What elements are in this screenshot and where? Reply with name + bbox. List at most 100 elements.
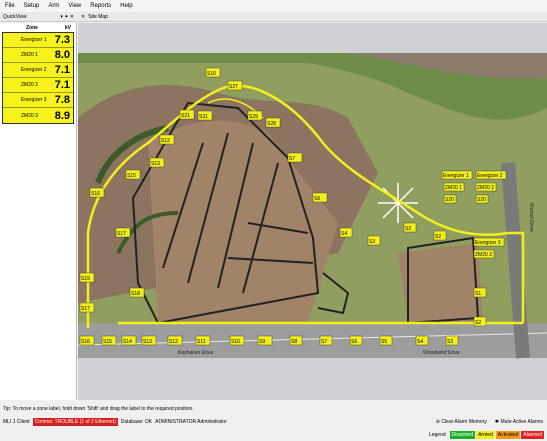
zone-label[interactable]: S15 [127, 173, 136, 179]
kv-value: 7.1 [54, 64, 70, 76]
zone-label[interactable]: S7 [321, 339, 327, 345]
quickview-titlebar: QuickView ▾ ✦ ✕ [0, 12, 77, 22]
energizer-3-label: Energizer 3 [475, 240, 501, 246]
zone-label[interactable]: S15 [103, 339, 112, 345]
quickview-header: Zone kV [0, 23, 76, 32]
zm20-1-label: ZM20 1 [445, 185, 462, 191]
menu-view[interactable]: View [68, 3, 81, 9]
zone-label[interactable]: S13 [151, 161, 160, 167]
zone-label[interactable]: S16 [81, 339, 90, 345]
zone-label[interactable]: S29 [249, 114, 258, 120]
road-label: Wurzel Drive [528, 203, 534, 232]
zone-label[interactable]: S13 [143, 339, 152, 345]
quickview-title: QuickView [3, 13, 27, 20]
menu-help[interactable]: Help [120, 3, 132, 9]
zone-name: Energizer 3 [21, 97, 47, 103]
clear-icon: ⊘ [435, 418, 440, 425]
alarm-actions: ⊘ Clear Alarm Memory ✱ Mute Active Alarm… [436, 419, 547, 425]
zm20-3-label: ZM20 3 [475, 252, 492, 258]
zone-column-header: Zone [26, 25, 38, 31]
zone-name: ZM20 1 [21, 52, 38, 58]
zone-name: Energizer 1 [21, 37, 47, 43]
zone-label[interactable]: S3 [447, 339, 453, 345]
kv-column-header: kV [64, 25, 71, 31]
zone-label[interactable]: S9 [259, 339, 265, 345]
legend-disarmed: Disarmed [449, 431, 476, 439]
zone-label[interactable]: S2 [475, 320, 481, 326]
zone-label[interactable]: S7 [289, 156, 295, 162]
quickview-row[interactable]: ZM20 1 8.0 [3, 48, 73, 63]
sitemap-title: Site Map [88, 13, 108, 20]
sitemap-titlebar: ✕ Site Map [78, 12, 547, 22]
menu-setup[interactable]: Setup [24, 3, 40, 9]
zone-label[interactable]: S14 [123, 339, 132, 345]
zone-label[interactable]: S12 [169, 339, 178, 345]
kv-value: 7.8 [54, 94, 70, 106]
zone-label[interactable]: S6 [314, 196, 320, 202]
zone-name: ZM20 3 [21, 112, 38, 119]
quickview-row[interactable]: Energizer 2 7.1 [3, 63, 73, 78]
zone-label[interactable]: S28 [267, 121, 276, 127]
zone-label[interactable]: S21 [181, 113, 190, 119]
landmark-star [378, 183, 418, 223]
zone-label[interactable]: S2 [405, 226, 411, 232]
zone-label[interactable]: S16 [91, 191, 100, 197]
zone-label[interactable]: S31 [199, 114, 208, 120]
status-bar: MLI 1 Client Comms: TROUBLE (1 of 2 Ethe… [0, 416, 547, 427]
mute-alarm-label: Mute Active Alarms [500, 418, 543, 425]
tip-bar: Tip: To move a zone label, hold down 'Sh… [3, 405, 194, 412]
zone-label[interactable]: S19 [81, 276, 90, 282]
quickview-row[interactable]: ZM20 2 7.1 [3, 78, 73, 93]
mute-alarm-button[interactable]: ✱ Mute Active Alarms [495, 419, 543, 425]
mute-icon: ✱ [494, 418, 500, 425]
database-status: Database: OK [120, 418, 153, 425]
clear-alarm-button[interactable]: ⊘ Clear Alarm Memory [436, 419, 487, 425]
site-map-area[interactable]: S16 S15 S14 S13 S12 S11 S10 S9 S8 S7 S6 … [78, 23, 547, 400]
quickview-panel: Zone kV Energizer 1 7.3 ZM20 1 8.0 Energiz… [0, 23, 77, 400]
zone-label[interactable]: S12 [161, 138, 170, 144]
zone-label[interactable]: S10 [231, 339, 240, 345]
zone-label[interactable]: S17 [81, 306, 90, 312]
quickview-pin-controls[interactable]: ▾ ✦ ✕ [60, 14, 74, 20]
zone-label[interactable]: S8 [291, 339, 297, 345]
energizer-2-label: Energizer 2 [477, 173, 503, 179]
zone-label[interactable]: S10 [207, 71, 216, 77]
quickview-row[interactable]: Energizer 1 7.3 [3, 33, 73, 48]
zone-label[interactable]: S11 [197, 339, 206, 345]
zone-label[interactable]: S2 [435, 234, 441, 240]
menu-file[interactable]: File [5, 3, 15, 9]
legend-armed: Armed [476, 431, 495, 439]
road-label: Keyhaven Drive [178, 350, 214, 356]
zone-label[interactable]: S27 [229, 84, 238, 90]
clear-alarm-label: Clear Alarm Memory [441, 418, 487, 425]
zm20-2-label: ZM20 2 [477, 185, 494, 191]
zone-label[interactable]: S4 [417, 339, 423, 345]
zone-label[interactable]: S18 [131, 291, 140, 297]
quickview-row[interactable]: Energizer 3 7.8 [3, 93, 73, 108]
quickview-row[interactable]: ZM20 3 8.9 [3, 108, 73, 123]
client-status: MLI 1 Client [3, 418, 30, 425]
zone-name: Energizer 2 [21, 67, 47, 73]
zone-label[interactable]: S1 [475, 291, 481, 297]
menu-reports[interactable]: Reports [90, 3, 111, 9]
zone-label[interactable]: S17 [117, 231, 126, 237]
kv-value: 8.9 [54, 109, 70, 122]
zone-label[interactable]: S3 [369, 239, 375, 245]
quickview-table: Energizer 1 7.3 ZM20 1 8.0 Energizer 2 7.1 … [2, 32, 74, 124]
legend-label: Legend [428, 432, 446, 438]
zone-label: S20 [445, 197, 454, 203]
kv-value: 8.0 [54, 49, 70, 61]
menu-arm[interactable]: Arm [48, 3, 59, 9]
zone-label: S20 [477, 197, 486, 203]
zone-label[interactable]: S5 [381, 339, 387, 345]
zone-name: ZM20 2 [21, 82, 38, 88]
legend-alarmed: Alarmed [521, 431, 544, 439]
kv-value: 7.3 [54, 34, 70, 46]
close-icon[interactable]: ✕ [81, 14, 85, 20]
zone-label[interactable]: S6 [351, 339, 357, 345]
legend-activated: Activated [495, 431, 521, 439]
zone-label[interactable]: S4 [341, 231, 347, 237]
comms-status-badge[interactable]: Comms: TROUBLE (1 of 2 Ethernet) [32, 417, 118, 426]
site-map-canvas[interactable]: S16 S15 S14 S13 S12 S11 S10 S9 S8 S7 S6 … [78, 23, 547, 400]
kv-value: 7.1 [54, 79, 70, 91]
